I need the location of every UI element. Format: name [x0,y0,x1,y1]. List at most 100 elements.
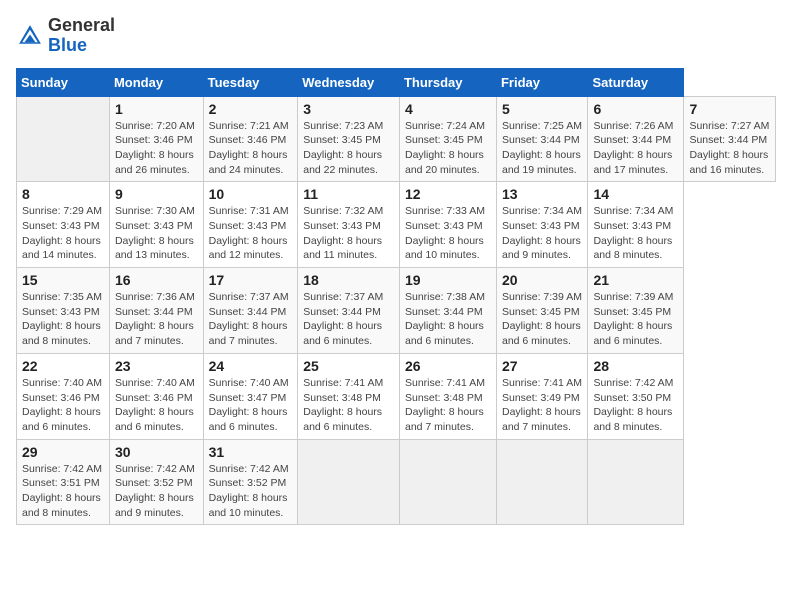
day-cell-19: 19 Sunrise: 7:38 AMSunset: 3:44 PMDaylig… [399,268,496,354]
day-cell-20: 20 Sunrise: 7:39 AMSunset: 3:45 PMDaylig… [496,268,587,354]
day-cell-2: 2 Sunrise: 7:21 AMSunset: 3:46 PMDayligh… [203,96,298,182]
day-cell-28: 28 Sunrise: 7:42 AMSunset: 3:50 PMDaylig… [588,353,684,439]
day-info: Sunrise: 7:34 AMSunset: 3:43 PMDaylight:… [502,205,582,261]
day-number: 31 [209,444,293,460]
day-cell-30: 30 Sunrise: 7:42 AMSunset: 3:52 PMDaylig… [109,439,203,525]
day-cell-8: 8 Sunrise: 7:29 AMSunset: 3:43 PMDayligh… [17,182,110,268]
day-cell-9: 9 Sunrise: 7:30 AMSunset: 3:43 PMDayligh… [109,182,203,268]
day-cell-4: 4 Sunrise: 7:24 AMSunset: 3:45 PMDayligh… [399,96,496,182]
day-cell-25: 25 Sunrise: 7:41 AMSunset: 3:48 PMDaylig… [298,353,400,439]
day-info: Sunrise: 7:36 AMSunset: 3:44 PMDaylight:… [115,291,195,347]
day-header-saturday: Saturday [588,68,684,96]
day-number: 19 [405,272,491,288]
day-number: 7 [689,101,770,117]
empty-cell [17,96,110,182]
day-number: 8 [22,186,104,202]
day-info: Sunrise: 7:23 AMSunset: 3:45 PMDaylight:… [303,120,383,176]
day-cell-31: 31 Sunrise: 7:42 AMSunset: 3:52 PMDaylig… [203,439,298,525]
day-info: Sunrise: 7:39 AMSunset: 3:45 PMDaylight:… [593,291,673,347]
day-header-wednesday: Wednesday [298,68,400,96]
day-cell-18: 18 Sunrise: 7:37 AMSunset: 3:44 PMDaylig… [298,268,400,354]
day-cell-27: 27 Sunrise: 7:41 AMSunset: 3:49 PMDaylig… [496,353,587,439]
day-number: 28 [593,358,678,374]
empty-cell [298,439,400,525]
day-number: 21 [593,272,678,288]
empty-cell [399,439,496,525]
day-header-thursday: Thursday [399,68,496,96]
day-header-monday: Monday [109,68,203,96]
day-cell-22: 22 Sunrise: 7:40 AMSunset: 3:46 PMDaylig… [17,353,110,439]
day-number: 11 [303,186,394,202]
day-number: 6 [593,101,678,117]
day-number: 14 [593,186,678,202]
day-number: 30 [115,444,198,460]
day-info: Sunrise: 7:38 AMSunset: 3:44 PMDaylight:… [405,291,485,347]
day-cell-12: 12 Sunrise: 7:33 AMSunset: 3:43 PMDaylig… [399,182,496,268]
day-info: Sunrise: 7:24 AMSunset: 3:45 PMDaylight:… [405,120,485,176]
week-row-2: 8 Sunrise: 7:29 AMSunset: 3:43 PMDayligh… [17,182,776,268]
day-info: Sunrise: 7:27 AMSunset: 3:44 PMDaylight:… [689,120,769,176]
day-info: Sunrise: 7:42 AMSunset: 3:50 PMDaylight:… [593,377,673,433]
day-number: 24 [209,358,293,374]
day-info: Sunrise: 7:33 AMSunset: 3:43 PMDaylight:… [405,205,485,261]
logo: General Blue [16,16,115,56]
day-cell-15: 15 Sunrise: 7:35 AMSunset: 3:43 PMDaylig… [17,268,110,354]
day-number: 5 [502,101,582,117]
day-info: Sunrise: 7:20 AMSunset: 3:46 PMDaylight:… [115,120,195,176]
logo-blue-text: Blue [48,35,87,55]
day-info: Sunrise: 7:39 AMSunset: 3:45 PMDaylight:… [502,291,582,347]
days-header-row: SundayMondayTuesdayWednesdayThursdayFrid… [17,68,776,96]
day-number: 26 [405,358,491,374]
week-row-5: 29 Sunrise: 7:42 AMSunset: 3:51 PMDaylig… [17,439,776,525]
day-cell-1: 1 Sunrise: 7:20 AMSunset: 3:46 PMDayligh… [109,96,203,182]
day-cell-16: 16 Sunrise: 7:36 AMSunset: 3:44 PMDaylig… [109,268,203,354]
day-info: Sunrise: 7:26 AMSunset: 3:44 PMDaylight:… [593,120,673,176]
day-number: 25 [303,358,394,374]
day-cell-21: 21 Sunrise: 7:39 AMSunset: 3:45 PMDaylig… [588,268,684,354]
day-cell-13: 13 Sunrise: 7:34 AMSunset: 3:43 PMDaylig… [496,182,587,268]
day-header-tuesday: Tuesday [203,68,298,96]
logo-general-text: General [48,15,115,35]
day-info: Sunrise: 7:40 AMSunset: 3:46 PMDaylight:… [115,377,195,433]
day-info: Sunrise: 7:29 AMSunset: 3:43 PMDaylight:… [22,205,102,261]
day-number: 18 [303,272,394,288]
day-cell-26: 26 Sunrise: 7:41 AMSunset: 3:48 PMDaylig… [399,353,496,439]
day-number: 12 [405,186,491,202]
day-info: Sunrise: 7:37 AMSunset: 3:44 PMDaylight:… [209,291,289,347]
day-cell-29: 29 Sunrise: 7:42 AMSunset: 3:51 PMDaylig… [17,439,110,525]
day-header-sunday: Sunday [17,68,110,96]
day-info: Sunrise: 7:37 AMSunset: 3:44 PMDaylight:… [303,291,383,347]
day-number: 29 [22,444,104,460]
day-info: Sunrise: 7:30 AMSunset: 3:43 PMDaylight:… [115,205,195,261]
day-info: Sunrise: 7:31 AMSunset: 3:43 PMDaylight:… [209,205,289,261]
day-info: Sunrise: 7:25 AMSunset: 3:44 PMDaylight:… [502,120,582,176]
day-number: 16 [115,272,198,288]
day-number: 9 [115,186,198,202]
day-number: 17 [209,272,293,288]
week-row-3: 15 Sunrise: 7:35 AMSunset: 3:43 PMDaylig… [17,268,776,354]
empty-cell [496,439,587,525]
day-cell-11: 11 Sunrise: 7:32 AMSunset: 3:43 PMDaylig… [298,182,400,268]
day-info: Sunrise: 7:41 AMSunset: 3:48 PMDaylight:… [303,377,383,433]
day-cell-14: 14 Sunrise: 7:34 AMSunset: 3:43 PMDaylig… [588,182,684,268]
day-number: 27 [502,358,582,374]
day-info: Sunrise: 7:21 AMSunset: 3:46 PMDaylight:… [209,120,289,176]
day-cell-10: 10 Sunrise: 7:31 AMSunset: 3:43 PMDaylig… [203,182,298,268]
day-info: Sunrise: 7:32 AMSunset: 3:43 PMDaylight:… [303,205,383,261]
day-cell-6: 6 Sunrise: 7:26 AMSunset: 3:44 PMDayligh… [588,96,684,182]
empty-cell [588,439,684,525]
day-number: 20 [502,272,582,288]
header: General Blue [16,16,776,56]
day-cell-5: 5 Sunrise: 7:25 AMSunset: 3:44 PMDayligh… [496,96,587,182]
day-cell-7: 7 Sunrise: 7:27 AMSunset: 3:44 PMDayligh… [684,96,776,182]
day-info: Sunrise: 7:41 AMSunset: 3:48 PMDaylight:… [405,377,485,433]
logo-icon [16,22,44,50]
day-cell-23: 23 Sunrise: 7:40 AMSunset: 3:46 PMDaylig… [109,353,203,439]
calendar-table: SundayMondayTuesdayWednesdayThursdayFrid… [16,68,776,526]
day-number: 22 [22,358,104,374]
day-cell-24: 24 Sunrise: 7:40 AMSunset: 3:47 PMDaylig… [203,353,298,439]
day-cell-17: 17 Sunrise: 7:37 AMSunset: 3:44 PMDaylig… [203,268,298,354]
week-row-4: 22 Sunrise: 7:40 AMSunset: 3:46 PMDaylig… [17,353,776,439]
day-info: Sunrise: 7:41 AMSunset: 3:49 PMDaylight:… [502,377,582,433]
day-info: Sunrise: 7:34 AMSunset: 3:43 PMDaylight:… [593,205,673,261]
